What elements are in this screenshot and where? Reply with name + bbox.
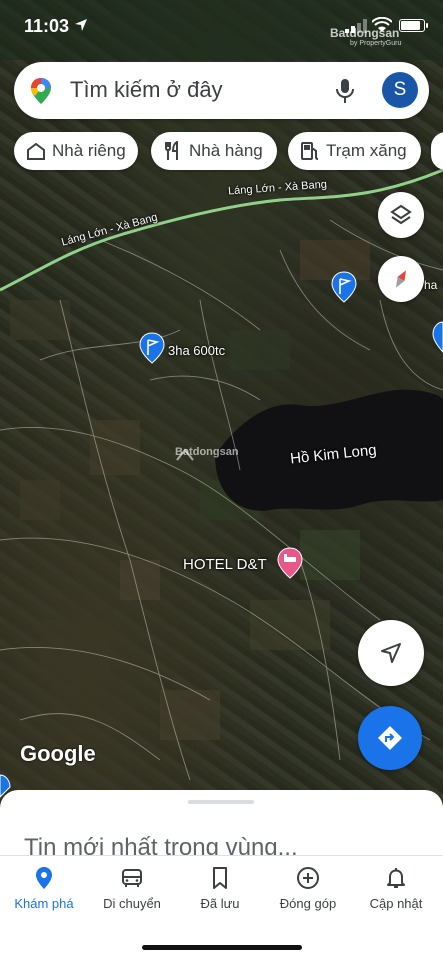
edge-place-label: ha bbox=[424, 278, 438, 292]
nav-contribute[interactable]: Đóng góp bbox=[264, 856, 352, 926]
chip-home-label: Nhà riêng bbox=[52, 141, 126, 160]
nav-explore[interactable]: Khám phá bbox=[0, 856, 88, 926]
layers-button[interactable] bbox=[378, 192, 424, 238]
chip-restaurant-label: Nhà hàng bbox=[189, 141, 263, 160]
home-icon bbox=[27, 142, 45, 160]
car-icon bbox=[122, 869, 142, 887]
home-indicator[interactable] bbox=[142, 945, 302, 950]
nav-updates[interactable]: Cập nhật bbox=[352, 856, 440, 926]
navigation-arrow-icon bbox=[381, 643, 401, 663]
map-pin-left[interactable] bbox=[139, 332, 165, 364]
nav-saved-label: Đã lưu bbox=[200, 896, 240, 911]
map-pin-top-right[interactable] bbox=[331, 271, 357, 303]
compass-icon bbox=[396, 270, 406, 288]
chip-gas-station[interactable]: Trạm xăng bbox=[288, 132, 421, 170]
map-pin-edge[interactable] bbox=[432, 321, 443, 353]
microphone-icon[interactable] bbox=[334, 77, 356, 105]
maps-logo-icon bbox=[31, 78, 51, 104]
chip-restaurant[interactable]: Nhà hàng bbox=[151, 132, 277, 170]
compass-button[interactable] bbox=[378, 256, 424, 302]
sheet-drag-handle[interactable] bbox=[188, 800, 254, 804]
place-label-3ha: 3ha 600tc bbox=[168, 343, 226, 358]
avatar[interactable]: S bbox=[382, 72, 418, 108]
status-time: 11:03 bbox=[24, 16, 70, 36]
nav-saved[interactable]: Đã lưu bbox=[176, 856, 264, 926]
nav-commute-label: Di chuyển bbox=[103, 896, 161, 911]
explore-pin-icon bbox=[36, 867, 52, 889]
bell-icon bbox=[387, 868, 405, 888]
my-location-button[interactable] bbox=[358, 620, 424, 686]
watermark-top: Batdongsan by PropertyGuru bbox=[330, 26, 402, 47]
directions-button[interactable] bbox=[358, 706, 422, 770]
watermark-logo-icon bbox=[176, 448, 194, 461]
nav-contribute-label: Đóng góp bbox=[279, 896, 337, 911]
bookmark-icon bbox=[213, 867, 227, 889]
nav-commute[interactable]: Di chuyển bbox=[88, 856, 176, 926]
search-input[interactable]: Tìm kiếm ở đây bbox=[70, 77, 223, 103]
chip-home[interactable]: Nhà riêng bbox=[14, 132, 138, 170]
gas-station-icon bbox=[301, 142, 319, 160]
restaurant-icon bbox=[165, 141, 178, 160]
add-circle-icon bbox=[297, 867, 319, 889]
watermark-center: Batdongsan bbox=[175, 446, 239, 461]
battery-icon bbox=[399, 19, 428, 32]
hotel-pin[interactable] bbox=[277, 547, 303, 579]
nav-explore-label: Khám phá bbox=[14, 896, 74, 911]
nav-updates-label: Cập nhật bbox=[369, 896, 423, 911]
search-bar[interactable]: Tìm kiếm ở đây S bbox=[14, 62, 429, 119]
layers-icon bbox=[390, 204, 412, 225]
chip-gas-station-label: Trạm xăng bbox=[326, 141, 407, 160]
status-bar: 11:03 Batdongsan by PropertyGuru bbox=[0, 0, 443, 56]
directions-icon bbox=[378, 726, 402, 750]
location-arrow-icon bbox=[75, 19, 87, 31]
google-attribution: Google bbox=[20, 741, 96, 766]
hotel-label: HOTEL D&T bbox=[183, 556, 267, 573]
